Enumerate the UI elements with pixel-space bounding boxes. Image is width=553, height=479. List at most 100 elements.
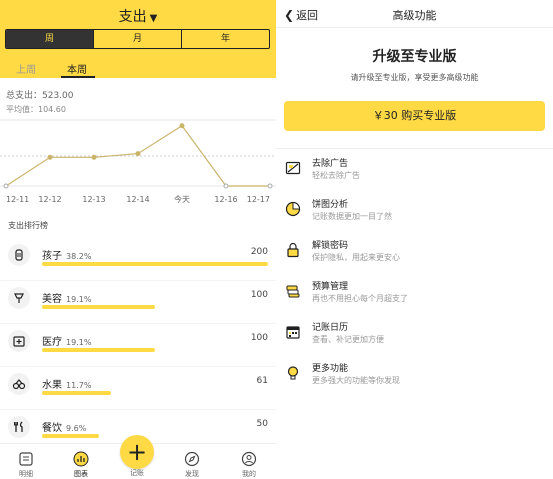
feature-item: 预算管理 再也不用担心每个月超支了 xyxy=(276,275,553,316)
tab-last-week[interactable]: 上周 xyxy=(16,61,36,76)
ranking-row[interactable]: 水果 11.7% 61 xyxy=(0,367,276,410)
feature-desc: 更多强大的功能等你发现 xyxy=(312,376,400,385)
segment-month[interactable]: 月 xyxy=(93,30,181,48)
x-tick-label: 12-13 xyxy=(82,195,105,204)
add-record-button[interactable]: + xyxy=(120,435,154,469)
add-record-label: 记账 xyxy=(130,469,144,477)
page-title: 高级功能 xyxy=(392,9,437,22)
feature-item: 解锁密码 保护隐私，用起来更安心 xyxy=(276,234,553,275)
calendar-icon xyxy=(286,326,300,339)
beauty-icon xyxy=(8,287,30,309)
ranking-list: 孩子 38.2% 200 美容 19.1% 100 医疗 19.1% 100 水果 11… xyxy=(0,238,276,453)
pie-chart-icon xyxy=(285,201,301,217)
divider xyxy=(276,148,553,149)
page-title: 支出 xyxy=(118,9,147,25)
tab-discover[interactable]: 发现 xyxy=(172,451,212,479)
category-progress-bar xyxy=(42,434,99,438)
type-selector[interactable]: 支出 ▼ xyxy=(0,6,276,26)
x-tick-label: 12-12 xyxy=(38,195,61,204)
category-name: 水果 xyxy=(42,380,62,391)
x-tick-label: 12-17 xyxy=(247,195,270,204)
category-name: 医疗 xyxy=(42,337,62,348)
tab-label: 发现 xyxy=(185,470,199,478)
tab-chart[interactable]: 图表 xyxy=(61,451,101,479)
feature-desc: 轻松去除广告 xyxy=(312,171,360,180)
segment-week[interactable]: 周 xyxy=(6,30,93,48)
segment-year[interactable]: 年 xyxy=(181,30,269,48)
feature-item: 记账日历 查看、补记更加方便 xyxy=(276,316,553,357)
category-name: 孩子 xyxy=(42,251,62,262)
no-ads-icon xyxy=(285,161,301,175)
ranking-row[interactable]: 孩子 38.2% 200 xyxy=(0,238,276,281)
feature-name: 更多功能 xyxy=(312,364,349,374)
data-point xyxy=(179,123,185,129)
pro-subtitle: 请升级至专业版，享受更多高级功能 xyxy=(350,73,479,82)
category-amount: 100 xyxy=(250,290,268,300)
ranking-row[interactable]: 医疗 19.1% 100 xyxy=(0,324,276,367)
medical-icon xyxy=(8,330,30,352)
feature-item: 饼图分析 记账数据更加一目了然 xyxy=(276,193,553,234)
x-tick-label: 12-16 xyxy=(214,195,237,204)
tab-mine[interactable]: 我的 xyxy=(229,451,269,479)
category-percent: 38.2% xyxy=(66,252,92,261)
x-tick-label: 今天 xyxy=(174,194,190,204)
category-percent: 11.7% xyxy=(66,381,92,390)
category-name: 美容 xyxy=(42,294,62,305)
expense-line-chart[interactable]: 12-11 12-12 12-13 12-14 今天 12-16 12-17 xyxy=(0,110,276,210)
pacifier-icon xyxy=(8,244,30,266)
expense-chart-screen: 支出 ▼ 周 月 年 上周 本周 总支出：523.00 平均值：104.60 12… xyxy=(0,0,276,479)
category-name: 餐饮 xyxy=(42,423,62,434)
fruit-icon xyxy=(8,373,30,395)
data-point xyxy=(135,151,141,157)
tab-this-week[interactable]: 本周 xyxy=(67,61,87,76)
period-segmented-control: 周 月 年 xyxy=(5,29,270,49)
active-tab-underline xyxy=(61,76,95,78)
tab-label: 明细 xyxy=(19,470,33,478)
buy-pro-button[interactable]: ￥30 购买专业版 xyxy=(284,101,545,131)
feature-name: 记账日历 xyxy=(312,323,349,333)
x-tick-label: 12-14 xyxy=(126,195,149,204)
ranking-title: 支出排行榜 xyxy=(8,221,48,230)
data-point xyxy=(91,154,97,160)
category-progress-bar xyxy=(42,262,268,266)
caret-down-icon: ▼ xyxy=(149,13,158,24)
compass-icon xyxy=(184,451,200,467)
category-percent: 19.1% xyxy=(66,338,92,347)
category-progress-bar xyxy=(42,391,111,395)
tab-detail[interactable]: 明细 xyxy=(6,451,46,479)
feature-desc: 查看、补记更加方便 xyxy=(312,335,384,344)
feature-name: 解锁密码 xyxy=(312,241,349,251)
data-point xyxy=(3,183,9,189)
feature-desc: 再也不用担心每个月超支了 xyxy=(312,294,408,303)
data-point xyxy=(223,183,229,189)
category-progress-bar xyxy=(42,348,155,352)
chart-icon xyxy=(73,451,89,467)
category-progress-bar xyxy=(42,305,155,309)
ranking-row[interactable]: 美容 19.1% 100 xyxy=(0,281,276,324)
feature-name: 去除广告 xyxy=(312,159,349,169)
feature-item: 更多功能 更多强大的功能等你发现 xyxy=(276,357,553,398)
bottom-tab-bar: 明细 图表 + 记账 发现 我的 xyxy=(0,435,276,479)
category-percent: 9.6% xyxy=(66,424,87,433)
tab-label: 我的 xyxy=(242,470,256,478)
bulb-icon xyxy=(287,366,299,380)
feature-name: 饼图分析 xyxy=(312,200,349,210)
category-amount: 100 xyxy=(250,333,268,343)
total-expense: 总支出：523.00 xyxy=(6,91,74,101)
feature-name: 预算管理 xyxy=(312,282,349,292)
lock-icon xyxy=(287,242,299,258)
plus-icon: + xyxy=(126,438,148,466)
list-icon xyxy=(19,452,33,466)
week-tabs: 上周 本周 xyxy=(0,58,276,78)
category-amount: 50 xyxy=(256,419,268,429)
category-amount: 61 xyxy=(256,376,268,386)
x-tick-label: 12-11 xyxy=(6,195,29,204)
premium-features-screen: ❮ 返回 高级功能 升级至专业版 请升级至专业版，享受更多高级功能 ￥30 购买专… xyxy=(276,0,553,479)
user-icon xyxy=(241,451,257,467)
tab-label: 图表 xyxy=(74,470,88,478)
budget-icon xyxy=(286,285,300,298)
pro-title: 升级至专业版 xyxy=(372,49,457,65)
nav-bar: ❮ 返回 高级功能 xyxy=(276,0,553,28)
category-percent: 19.1% xyxy=(66,295,92,304)
feature-list: 去除广告 轻松去除广告 饼图分析 记账数据更加一目了然 解锁密码 保护隐私，用起… xyxy=(276,152,553,398)
